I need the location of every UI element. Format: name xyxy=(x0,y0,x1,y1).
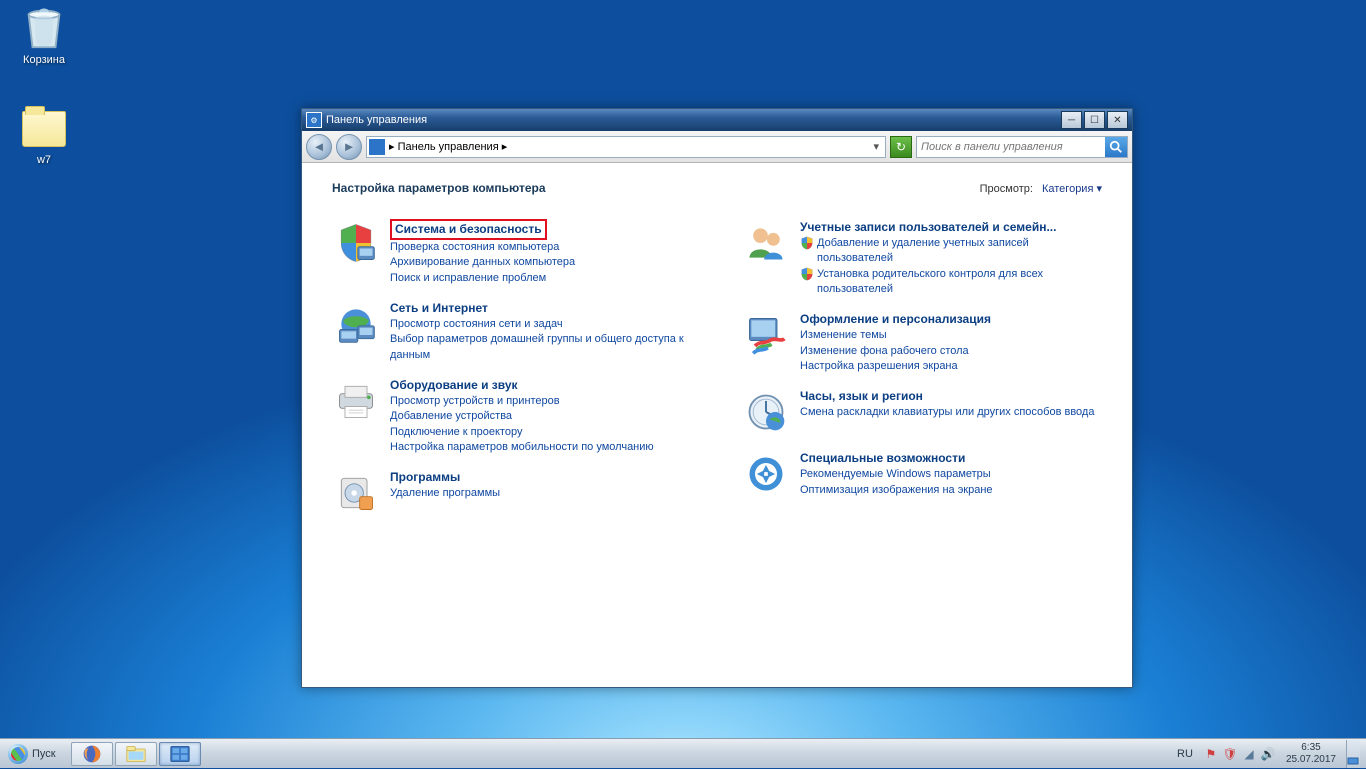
category-right-3: Специальные возможностиРекомендуемые Win… xyxy=(742,450,1102,498)
taskbar-control-panel[interactable] xyxy=(159,742,201,766)
folder-w7-label: w7 xyxy=(6,154,82,166)
firefox-icon xyxy=(82,744,102,764)
category-link[interactable]: Добавление и удаление учетных записей по… xyxy=(800,236,1102,267)
category-left-0: Система и безопасностьПроверка состояния… xyxy=(332,219,692,286)
category-title[interactable]: Специальные возможности xyxy=(800,450,993,467)
category-link[interactable]: Установка родительского контроля для все… xyxy=(800,267,1102,298)
category-link[interactable]: Поиск и исправление проблем xyxy=(390,271,575,286)
category-icon[interactable] xyxy=(332,377,380,425)
tray-network-icon[interactable]: ◢ xyxy=(1241,746,1257,762)
category-icon[interactable] xyxy=(332,300,380,348)
category-column-left: Система и безопасностьПроверка состояния… xyxy=(332,219,692,531)
system-tray: RU ⚑ 🛡 ◢ 🔊 6:35 25.07.2017 xyxy=(1167,740,1366,768)
view-dropdown[interactable]: Категория ▾ xyxy=(1042,183,1102,195)
category-link[interactable]: Проверка состояния компьютера xyxy=(390,240,575,255)
category-link[interactable]: Изменение фона рабочего стола xyxy=(800,344,991,359)
titlebar[interactable]: ⚙ Панель управления ─ ☐ ✕ xyxy=(302,109,1132,131)
taskbar-clock[interactable]: 6:35 25.07.2017 xyxy=(1282,742,1340,765)
window-title: Панель управления xyxy=(326,114,427,126)
forward-button[interactable]: ► xyxy=(336,134,362,160)
start-button[interactable]: Пуск xyxy=(3,740,67,768)
category-icon[interactable] xyxy=(742,388,790,436)
category-link[interactable]: Оптимизация изображения на экране xyxy=(800,483,993,498)
folder-icon xyxy=(20,104,68,152)
category-title[interactable]: Часы, язык и регион xyxy=(800,388,1094,405)
category-right-1: Оформление и персонализацияИзменение тем… xyxy=(742,311,1102,374)
address-icon xyxy=(369,139,385,155)
start-label: Пуск xyxy=(32,748,56,760)
back-button[interactable]: ◄ xyxy=(306,134,332,160)
minimize-button[interactable]: ─ xyxy=(1061,111,1082,129)
close-button[interactable]: ✕ xyxy=(1107,111,1128,129)
search-button[interactable] xyxy=(1105,137,1127,157)
breadcrumb-sep: ▸ xyxy=(389,140,395,153)
show-desktop-icon xyxy=(1347,740,1359,766)
address-bar[interactable]: ▸ Панель управления ▸ ▾ xyxy=(366,136,886,158)
category-link[interactable]: Добавление устройства xyxy=(390,409,654,424)
taskbar-firefox[interactable] xyxy=(71,742,113,766)
category-title[interactable]: Система и безопасность xyxy=(390,219,575,240)
category-link[interactable]: Изменение темы xyxy=(800,328,991,343)
category-title[interactable]: Оборудование и звук xyxy=(390,377,654,394)
taskbar: Пуск RU ⚑ 🛡 ◢ 🔊 6:35 25.07.2017 xyxy=(0,738,1366,768)
content-area: Настройка параметров компьютера Просмотр… xyxy=(302,163,1132,687)
category-icon[interactable] xyxy=(742,219,790,267)
category-column-right: Учетные записи пользователей и семейн...… xyxy=(742,219,1102,531)
show-desktop-button[interactable] xyxy=(1346,740,1360,768)
category-icon[interactable] xyxy=(742,311,790,359)
breadcrumb[interactable]: Панель управления xyxy=(398,141,499,153)
control-panel-taskbar-icon xyxy=(170,745,190,763)
windows-orb-icon xyxy=(8,744,28,764)
control-panel-window: ⚙ Панель управления ─ ☐ ✕ ◄ ► ▸ Панель у… xyxy=(301,108,1133,688)
folder-w7[interactable]: w7 xyxy=(6,104,82,166)
search-icon xyxy=(1109,140,1123,154)
category-link[interactable]: Просмотр состояния сети и задач xyxy=(390,317,692,332)
category-left-3: ПрограммыУдаление программы xyxy=(332,469,692,517)
view-by: Просмотр: Категория ▾ xyxy=(980,182,1102,195)
taskbar-explorer[interactable] xyxy=(115,742,157,766)
search-box xyxy=(916,136,1128,158)
category-left-2: Оборудование и звукПросмотр устройств и … xyxy=(332,377,692,455)
tray-action-center-icon[interactable]: ⚑ xyxy=(1203,746,1219,762)
language-indicator[interactable]: RU xyxy=(1173,748,1197,760)
category-title[interactable]: Сеть и Интернет xyxy=(390,300,692,317)
search-input[interactable] xyxy=(917,141,1105,153)
clock-date: 25.07.2017 xyxy=(1286,754,1336,766)
tray-security-icon[interactable]: 🛡 xyxy=(1222,746,1238,762)
toolbar: ◄ ► ▸ Панель управления ▸ ▾ ↻ xyxy=(302,131,1132,163)
view-label: Просмотр: xyxy=(980,183,1033,195)
category-right-0: Учетные записи пользователей и семейн...… xyxy=(742,219,1102,297)
address-dropdown[interactable]: ▾ xyxy=(869,140,883,153)
recycle-bin-icon xyxy=(20,4,68,52)
category-title[interactable]: Учетные записи пользователей и семейн... xyxy=(800,219,1102,236)
tray-volume-icon[interactable]: 🔊 xyxy=(1260,746,1276,762)
recycle-bin[interactable]: Корзина xyxy=(6,4,82,66)
maximize-button[interactable]: ☐ xyxy=(1084,111,1105,129)
category-link[interactable]: Рекомендуемые Windows параметры xyxy=(800,467,993,482)
category-left-1: Сеть и ИнтернетПросмотр состояния сети и… xyxy=(332,300,692,363)
category-link[interactable]: Архивирование данных компьютера xyxy=(390,255,575,270)
category-link[interactable]: Настройка разрешения экрана xyxy=(800,359,991,374)
category-link[interactable]: Выбор параметров домашней группы и общег… xyxy=(390,332,692,363)
category-icon[interactable] xyxy=(742,450,790,498)
page-heading: Настройка параметров компьютера xyxy=(332,181,546,195)
refresh-button[interactable]: ↻ xyxy=(890,136,912,158)
category-title[interactable]: Программы xyxy=(390,469,500,486)
breadcrumb-sep-2[interactable]: ▸ xyxy=(502,140,508,153)
category-title[interactable]: Оформление и персонализация xyxy=(800,311,991,328)
explorer-icon xyxy=(126,745,146,763)
category-link[interactable]: Подключение к проектору xyxy=(390,425,654,440)
category-right-2: Часы, язык и регионСмена раскладки клави… xyxy=(742,388,1102,436)
category-link[interactable]: Смена раскладки клавиатуры или других сп… xyxy=(800,405,1094,420)
control-panel-icon: ⚙ xyxy=(306,112,322,128)
category-icon[interactable] xyxy=(332,469,380,517)
clock-time: 6:35 xyxy=(1286,742,1336,754)
recycle-bin-label: Корзина xyxy=(6,54,82,66)
category-icon[interactable] xyxy=(332,219,380,267)
category-link[interactable]: Удаление программы xyxy=(390,486,500,501)
category-link[interactable]: Просмотр устройств и принтеров xyxy=(390,394,654,409)
category-link[interactable]: Настройка параметров мобильности по умол… xyxy=(390,440,654,455)
